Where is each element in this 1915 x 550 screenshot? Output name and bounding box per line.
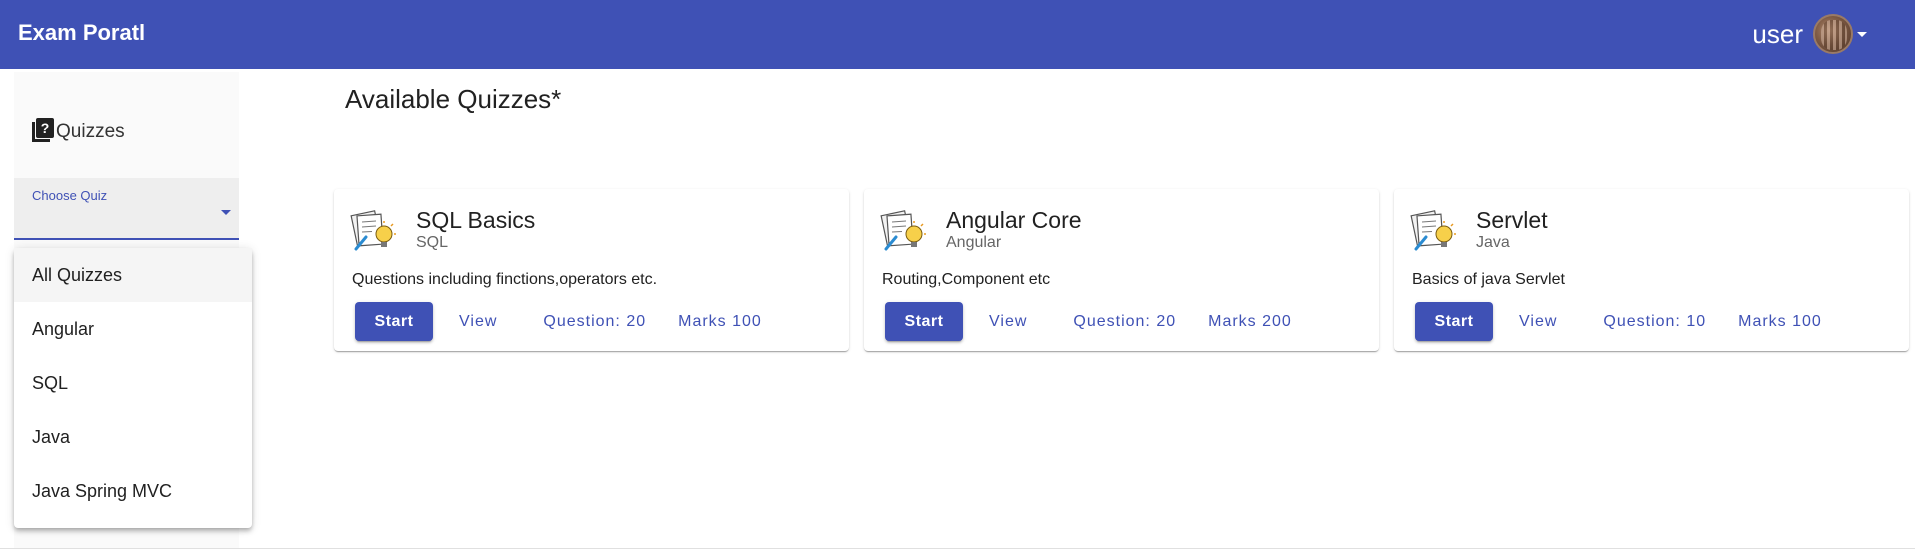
caret-down-icon[interactable] — [1857, 31, 1867, 37]
dropdown-option-java-spring-mvc[interactable]: Java Spring MVC — [14, 464, 252, 518]
dropdown-option-java[interactable]: Java — [14, 410, 252, 464]
questions-count-button[interactable]: Question: 10 — [1587, 302, 1722, 341]
quiz-title: Servlet — [1476, 207, 1548, 233]
page-title: Available Quizzes* — [345, 84, 562, 114]
quiz-card: Servlet Java Basics of java Servlet Star… — [1394, 189, 1909, 351]
quiz-category: SQL — [416, 234, 449, 251]
app-title[interactable]: Exam Poratl — [18, 20, 145, 46]
quiz-title: Angular Core — [946, 207, 1082, 233]
quiz-category-dropdown: All Quizzes Angular SQL Java Java Spring… — [14, 248, 252, 528]
dropdown-option-all-quizzes[interactable]: All Quizzes — [14, 248, 252, 302]
view-button[interactable]: View — [973, 302, 1043, 341]
quiz-description: Questions including finctions,operators … — [352, 271, 658, 288]
quiz-icon: ? — [32, 118, 54, 142]
quiz-title: SQL Basics — [416, 207, 536, 233]
start-button[interactable]: Start — [885, 302, 963, 341]
divider — [0, 548, 1915, 549]
marks-button[interactable]: Marks 200 — [1192, 302, 1308, 341]
start-button[interactable]: Start — [1415, 302, 1493, 341]
marks-button[interactable]: Marks 100 — [1722, 302, 1838, 341]
start-button[interactable]: Start — [355, 302, 433, 341]
questions-count-button[interactable]: Question: 20 — [1057, 302, 1192, 341]
view-button[interactable]: View — [443, 302, 513, 341]
dropdown-option-angular[interactable]: Angular — [14, 302, 252, 356]
quiz-card: Angular Core Angular Routing,Component e… — [864, 189, 1379, 351]
dropdown-option-sql[interactable]: SQL — [14, 356, 252, 410]
questions-count-button[interactable]: Question: 20 — [527, 302, 662, 341]
user-menu[interactable]: user — [1752, 14, 1867, 54]
quiz-actions: Start View Question: 20 Marks 200 — [885, 302, 1308, 341]
choose-quiz-label: Choose Quiz — [32, 188, 108, 203]
quiz-card: SQL Basics SQL Questions including finct… — [334, 189, 849, 351]
user-avatar[interactable] — [1813, 14, 1853, 54]
quiz-idea-icon — [350, 210, 396, 251]
top-toolbar: Exam Poratl user — [0, 0, 1915, 69]
quiz-category: Java — [1476, 234, 1510, 251]
dropdown-arrow-icon[interactable] — [221, 210, 231, 215]
quiz-idea-icon — [880, 210, 926, 251]
quiz-actions: Start View Question: 20 Marks 100 — [355, 302, 778, 341]
quiz-actions: Start View Question: 10 Marks 100 — [1415, 302, 1838, 341]
quiz-category: Angular — [946, 234, 1002, 251]
choose-quiz-select[interactable]: Choose Quiz — [14, 178, 239, 240]
quiz-description: Basics of java Servlet — [1412, 271, 1565, 288]
quiz-description: Routing,Component etc — [882, 271, 1051, 288]
sidebar-item-quizzes[interactable]: ? Quizzes — [32, 118, 125, 142]
view-button[interactable]: View — [1503, 302, 1573, 341]
sidebar-item-label: Quizzes — [56, 121, 125, 142]
user-name[interactable]: user — [1752, 19, 1803, 50]
marks-button[interactable]: Marks 100 — [662, 302, 778, 341]
quiz-idea-icon — [1410, 210, 1456, 251]
